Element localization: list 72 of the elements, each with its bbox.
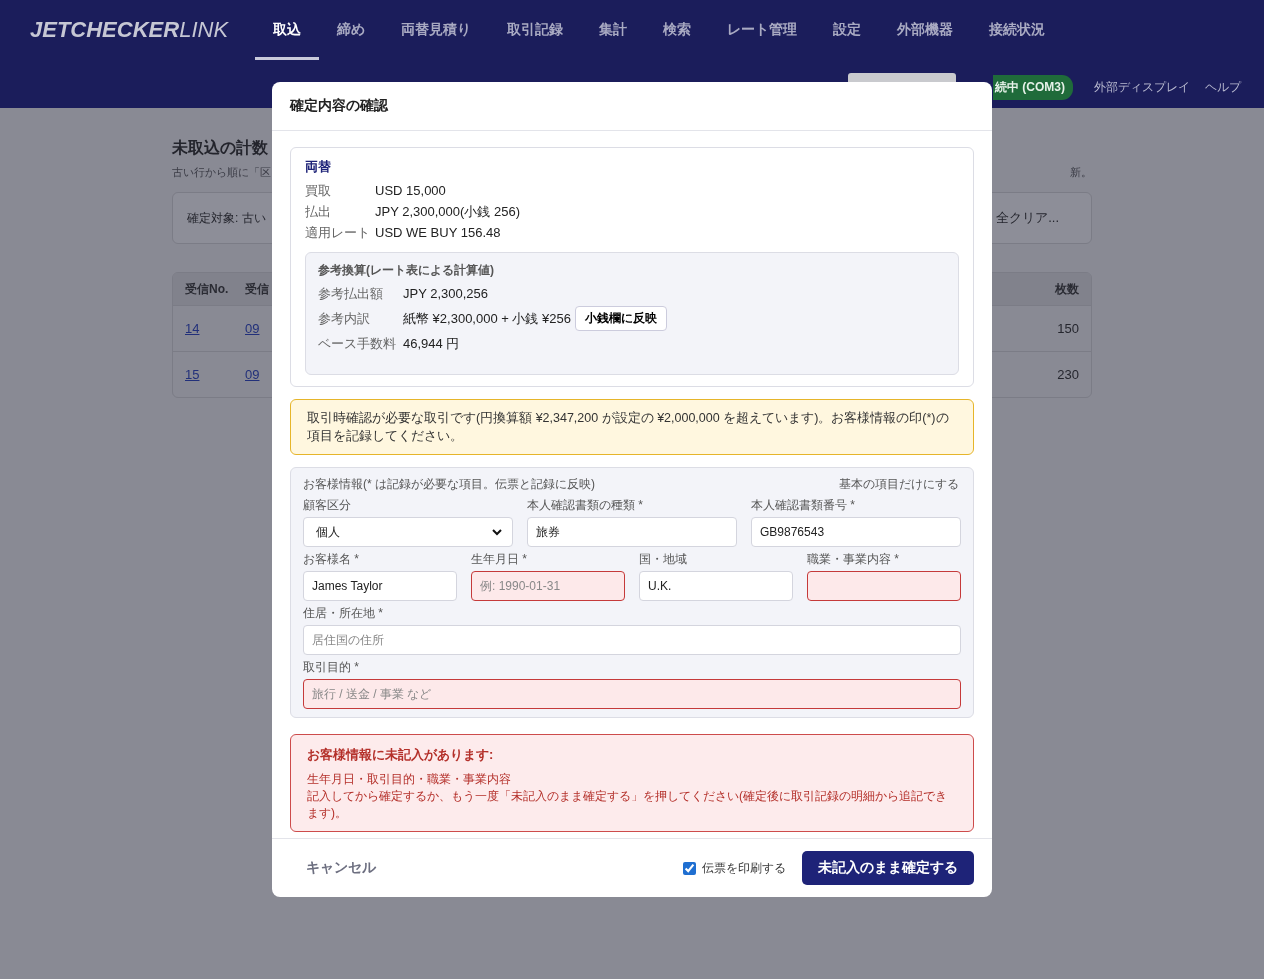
field-value: 紙幣 ¥2,300,000 + 小銭 ¥256 [403, 309, 572, 328]
header-link[interactable]: ヘルプ [1205, 79, 1241, 96]
row-link[interactable]: 09 [245, 367, 260, 382]
connection-badge: 続中 (COM3) [993, 75, 1073, 100]
field-label: 適用レート [305, 223, 371, 242]
table-cell: 230 [1057, 367, 1079, 382]
input-field[interactable]: 旅券 [527, 517, 737, 547]
apply-coins-button[interactable]: 小銭欄に反映 [575, 306, 668, 331]
header-link[interactable]: 外部ディスプレイ [1094, 79, 1190, 96]
field-value: USD 15,000 [375, 183, 446, 198]
chevron-down-icon [492, 528, 502, 536]
target-label: 確定対象: 古い [187, 209, 266, 227]
page-subtitle-end: 新。 [1070, 165, 1092, 180]
form-heading: お客様情報(* は記録が必要な項目。伝票と記録に反映) [303, 476, 595, 493]
field-label: 取引目的 * [303, 659, 360, 676]
field-label: ベース手数料 [318, 334, 397, 353]
field-label: お客様名 * [303, 551, 360, 568]
nav-tab[interactable]: 取引記録 [489, 0, 582, 60]
clear-all-button[interactable]: 全クリア... [996, 209, 1059, 227]
field-value: 46,944 円 [403, 334, 460, 353]
field-label: 参考払出額 [318, 284, 384, 303]
error-text: 記入してから確定するか、もう一度「未記入のまま確定する」を押してください(確定後に取引記録の明細から追記できます)。 [307, 788, 948, 822]
field-value: JPY 2,300,256 [403, 286, 489, 301]
table-cell: 150 [1057, 321, 1079, 336]
field-label: 生年月日 * [471, 551, 528, 568]
cancel-button[interactable]: キャンセル [292, 853, 390, 883]
dialog-title: 確定内容の確認 [290, 97, 388, 115]
field-label: 払出 [305, 202, 332, 221]
column-header: 枚数 [1055, 280, 1079, 298]
nav-tab[interactable]: レート管理 [709, 0, 816, 60]
field-label: 国・地域 [639, 551, 688, 568]
field-value: JPY 2,300,000(小銭 256) [375, 202, 520, 221]
row-link[interactable]: 14 [185, 321, 245, 336]
field-label: 本人確認書類の種類 * [527, 497, 644, 514]
field-label: 職業・事業内容 * [807, 551, 900, 568]
input-field[interactable]: GB9876543 [751, 517, 961, 547]
nav-tab[interactable]: 外部機器 [879, 0, 972, 60]
row-link[interactable]: 09 [245, 321, 260, 336]
nav-tab[interactable]: 締め [319, 0, 384, 60]
select-field[interactable]: 個人 [303, 517, 513, 547]
row-link[interactable]: 15 [185, 367, 245, 382]
nav-tab[interactable]: 設定 [815, 0, 880, 60]
input-field[interactable] [807, 571, 961, 601]
error-title: お客様情報に未記入があります: [307, 746, 495, 763]
input-field[interactable]: James Taylor [303, 571, 457, 601]
field-label: 住居・所在地 * [303, 605, 384, 622]
nav-tab[interactable]: 接続状況 [971, 0, 1064, 60]
error-text: 生年月日・取引目的・職業・事業内容 [307, 771, 512, 788]
basic-fields-link[interactable]: 基本の項目だけにする [839, 476, 959, 493]
field-label: 参考内訳 [318, 309, 371, 328]
nav-tab[interactable]: 取込 [255, 0, 320, 60]
input-field[interactable]: 例: 1990-01-31 [471, 571, 625, 601]
field-value: USD WE BUY 156.48 [375, 225, 501, 240]
field-label: 本人確認書類番号 * [751, 497, 856, 514]
page-title: 未取込の計数 [172, 138, 268, 158]
nav-tab[interactable]: 両替見積り [383, 0, 490, 60]
reference-heading: 参考換算(レート表による計算値) [318, 262, 495, 279]
nav-tab[interactable]: 検索 [645, 0, 710, 60]
section-heading: 両替 [305, 158, 332, 176]
nav-tab[interactable]: 集計 [581, 0, 646, 60]
column-header: 受信No. [185, 280, 230, 298]
input-field[interactable]: 旅行 / 送金 / 事業 など [303, 679, 961, 709]
field-label: 買取 [305, 181, 332, 200]
warning-message: 取引時確認が必要な取引です(円換算額 ¥2,347,200 が設定の ¥2,000,000 を超えています)。お客様情報の印(*)の項目を記録してください。 [290, 399, 974, 455]
confirm-button[interactable]: 未記入のまま確定する [802, 851, 974, 885]
input-field[interactable]: U.K. [639, 571, 793, 601]
checkbox-label: 伝票を印刷する [702, 859, 786, 877]
page-subtitle: 古い行から順に「区 [172, 165, 271, 180]
field-label: 顧客区分 [303, 497, 352, 514]
app-logo: JETCHECKERLINK [30, 17, 229, 43]
print-checkbox[interactable] [683, 861, 696, 875]
column-header: 受信 [245, 280, 269, 298]
